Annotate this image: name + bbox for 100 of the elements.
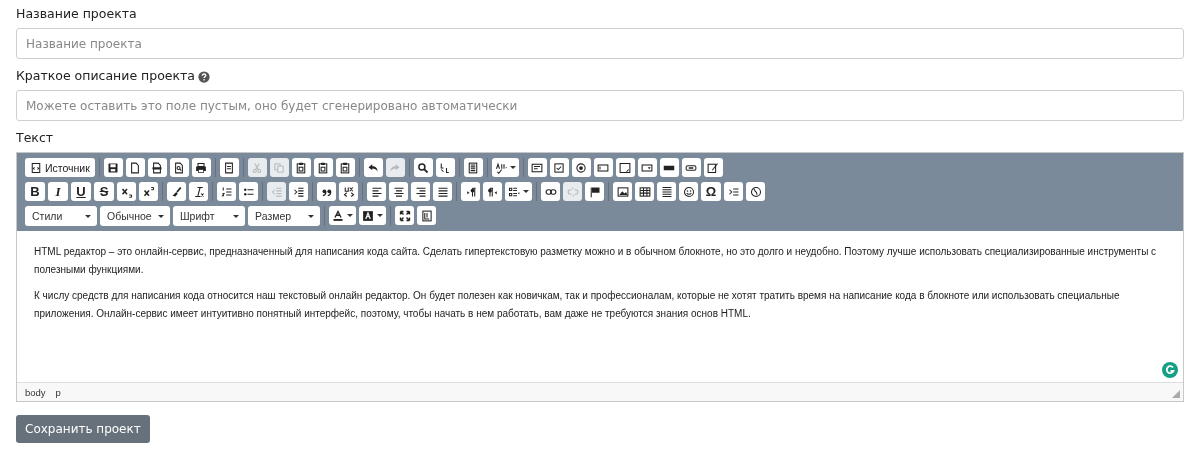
align-left-icon (370, 185, 383, 198)
toolbar-button[interactable] (461, 182, 480, 201)
toolbar-button[interactable] (527, 158, 547, 177)
image-icon (616, 185, 629, 198)
toolbar-button[interactable] (635, 182, 654, 201)
paintbrush-icon (170, 185, 183, 198)
clear-formatting-icon (192, 185, 205, 198)
toolbar-button[interactable] (746, 182, 765, 201)
text-field-icon (597, 161, 610, 174)
clipboard-icon (295, 161, 308, 174)
toolbar-button[interactable] (659, 158, 679, 177)
toolbar-button[interactable] (219, 158, 239, 177)
field-label: Краткое описание проекта (16, 67, 195, 85)
toolbar-button[interactable]: S (94, 182, 114, 201)
toolbar-button[interactable] (417, 206, 436, 225)
text-input[interactable]: Можете оставить это поле пустым, оно будет сгенерировано автоматически (16, 90, 1184, 121)
source-button[interactable]: Источник (25, 158, 95, 177)
indent-icon (292, 185, 305, 198)
toolbar-button[interactable] (435, 158, 455, 177)
spellcheck-icon (494, 161, 507, 174)
toolbar-button[interactable] (657, 182, 676, 201)
toolbar-button[interactable] (169, 158, 189, 177)
toolbar-button[interactable]: Ω (701, 182, 721, 201)
toolbar-button[interactable]: I (48, 182, 68, 201)
toolbar-button[interactable] (289, 182, 308, 201)
caret-icon (308, 214, 314, 218)
toolbar-button[interactable] (395, 206, 414, 225)
select-all-icon (467, 161, 480, 174)
toolbar-button[interactable] (335, 158, 355, 177)
toolbar-button[interactable] (615, 158, 635, 177)
template-icon (223, 161, 236, 174)
superscript-icon (142, 185, 155, 198)
smiley-icon (682, 185, 695, 198)
toolbar-button[interactable] (413, 158, 433, 177)
toolbar-button[interactable] (433, 182, 452, 201)
toolbar-button[interactable]: B (25, 182, 45, 201)
dropdown[interactable]: Шрифт (173, 206, 245, 226)
caret-icon (509, 166, 516, 169)
toolbar-button[interactable] (613, 182, 632, 201)
paragraph: К числу средств для написания кода относится наш текстовый онлайн редактор. Он будет полезен как новичкам, так и профессионалам, которые не хотят тратить время на написание кода в блокноте или использовать специальные приложения. Онлайн-сервис имеет интуитивно понятный интерфейс, поэтому, чтобы начать в нем работать, вам даже не требуются знания основ HTML. (34, 289, 1121, 321)
numbered-list-icon (220, 185, 233, 198)
toolbar-button[interactable] (339, 182, 358, 201)
checkbox-icon (553, 161, 566, 174)
toolbar-button[interactable] (491, 158, 519, 177)
toolbar-button[interactable]: U (71, 182, 91, 201)
toolbar-button[interactable] (147, 158, 167, 177)
page-break-icon (727, 185, 740, 198)
horizontal-lines-icon (660, 185, 673, 198)
toolbar-button[interactable] (585, 182, 604, 201)
help-icon[interactable] (198, 70, 210, 83)
save-project-button[interactable]: Сохранить проект (16, 415, 150, 443)
right-to-left-icon (486, 185, 499, 198)
resize-handle-icon[interactable] (1172, 390, 1180, 398)
textarea-icon (619, 161, 632, 174)
toolbar-button[interactable] (363, 158, 383, 177)
toolbar-button[interactable] (541, 182, 560, 201)
toolbar-button[interactable] (239, 182, 258, 201)
toolbar-button[interactable] (317, 182, 336, 201)
caret-icon (377, 214, 383, 217)
toolbar-button[interactable] (313, 158, 333, 177)
toolbar-button[interactable] (191, 158, 211, 177)
toolbar-button[interactable] (329, 206, 356, 225)
toolbar-button[interactable] (411, 182, 430, 201)
clipboard-icon (339, 161, 352, 174)
toolbar-button[interactable] (571, 158, 591, 177)
toolbar-button[interactable] (483, 182, 502, 201)
element-path-link[interactable]: body (25, 386, 46, 398)
toolbar-button[interactable] (681, 158, 701, 177)
dropdown[interactable]: Обычное (100, 206, 170, 226)
grammar-checker-icon[interactable] (1162, 362, 1178, 378)
dropdown[interactable]: Размер (248, 206, 320, 226)
toolbar-button[interactable] (367, 182, 386, 201)
align-center-icon (392, 185, 405, 198)
toolbar-button[interactable] (167, 182, 186, 201)
toolbar-button[interactable] (703, 158, 723, 177)
select-field-icon (641, 161, 654, 174)
toolbar-button[interactable] (103, 158, 123, 177)
text-input[interactable]: Название проекта (16, 28, 1184, 59)
toolbar-button[interactable] (117, 182, 136, 201)
language-list-icon (508, 185, 520, 198)
element-path-link[interactable]: p (55, 386, 61, 398)
toolbar-button[interactable] (139, 182, 158, 201)
toolbar-button[interactable] (189, 182, 208, 201)
toolbar-button[interactable] (463, 158, 483, 177)
caret-icon (347, 214, 353, 217)
toolbar-button[interactable] (359, 206, 386, 225)
field-label: Текст (16, 129, 54, 147)
search-icon (417, 161, 430, 174)
field-label: Название проекта (16, 5, 137, 23)
toolbar-button[interactable] (125, 158, 145, 177)
dropdown[interactable]: Стили (25, 206, 97, 226)
preview-icon (173, 161, 186, 174)
toolbar-button[interactable] (389, 182, 408, 201)
toolbar-button[interactable] (679, 182, 698, 201)
copy-icon (273, 161, 286, 174)
toolbar-button[interactable] (505, 182, 532, 201)
toolbar-button[interactable] (291, 158, 311, 177)
background-color-icon (362, 209, 374, 222)
left-to-right-icon (464, 185, 477, 198)
pencil-icon (707, 161, 720, 174)
